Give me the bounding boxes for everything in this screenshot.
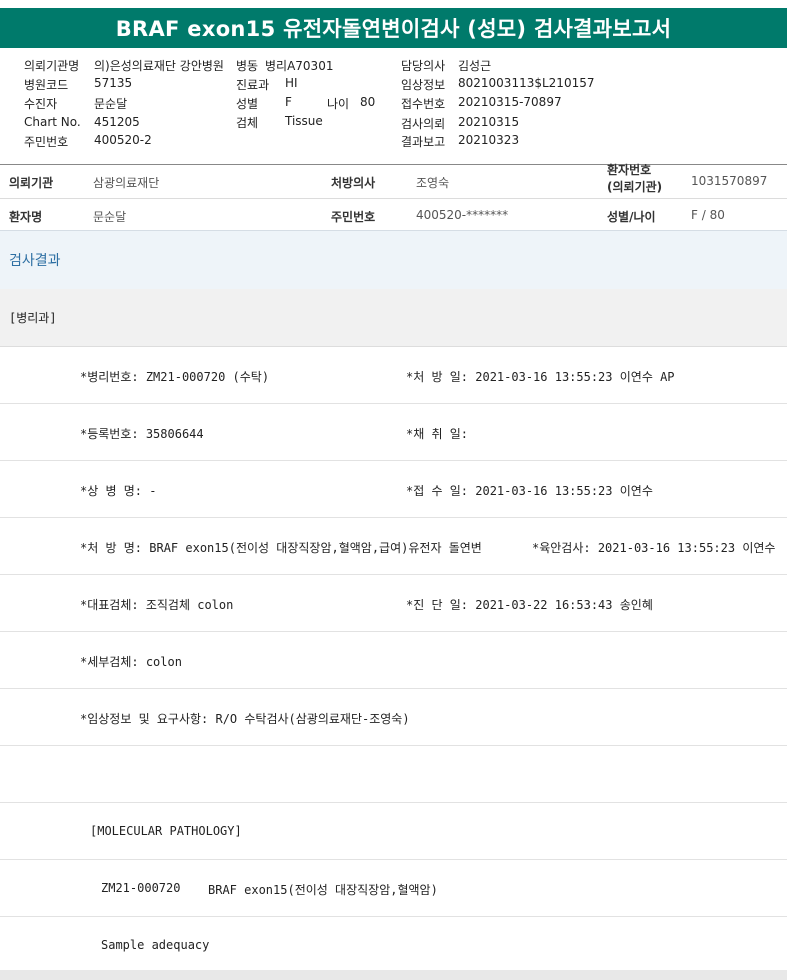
mol-test: BRAF exon15(전이성 대장직장암,혈액암)	[208, 883, 438, 897]
specimen-label: 검체	[236, 116, 259, 130]
sexage-label: 성별/나이	[607, 210, 656, 224]
rep-specimen: *대표검체: 조직검체 colon	[80, 598, 234, 612]
sub-specimen: *세부검체: colon	[80, 655, 182, 669]
info-row-org: 의뢰기관 삼광의료재단 처방의사 조영숙 환자번호 (의뢰기관) 1031570…	[0, 163, 787, 199]
chart-label: Chart No.	[24, 115, 81, 129]
receipt-label: 접수번호	[401, 97, 446, 111]
collect-date: *채 취 일:	[406, 427, 469, 441]
result-row-empty	[0, 746, 787, 803]
req-org-value: 의)은성의료재단 강안병원	[94, 59, 224, 73]
mol-code: ZM21-000720	[101, 881, 181, 895]
report-label: 결과보고	[401, 135, 446, 149]
result-row: *처 방 명: BRAF exon15(전이성 대장직장암,혈액암,급여)유전자…	[0, 518, 787, 575]
presc-label: 처방의사	[331, 176, 376, 190]
req-org-label: 의뢰기관명	[24, 59, 80, 73]
name-label: 환자명	[9, 210, 43, 224]
result-row: *상 병 명: - *접 수 일: 2021-03-16 13:55:23 이연…	[0, 461, 787, 518]
sample-adequacy: Sample adequacy	[101, 938, 210, 952]
result-row: ZM21-000720 BRAF exon15(전이성 대장직장암,혈액암)	[0, 860, 787, 917]
org-value: 삼광의료재단	[93, 176, 160, 190]
specimen-value: Tissue	[285, 114, 323, 128]
clinical-value: 8021003113$L210157	[458, 76, 595, 90]
report-value: 20210323	[458, 133, 520, 147]
department-label: [병리과]	[9, 311, 57, 325]
org-label: 의뢰기관	[9, 176, 54, 190]
presc-name: *처 방 명: BRAF exon15(전이성 대장직장암,혈액암,급여)유전자…	[80, 541, 482, 555]
info-id-label: 주민번호	[331, 210, 376, 224]
ward-label: 병동	[236, 59, 259, 73]
sex-label: 성별	[236, 97, 259, 111]
info-row-patient: 환자명 문순달 주민번호 400520-******* 성별/나이 F / 80	[0, 199, 787, 233]
name-value: 문순달	[93, 210, 127, 224]
clinical-request: *임상정보 및 요구사항: R/O 수탁검사(삼광의료재단-조영숙)	[80, 712, 410, 726]
department-row: [병리과]	[0, 289, 787, 347]
test-req-label: 검사의뢰	[401, 117, 446, 131]
age-value: 80	[360, 95, 376, 109]
presc-value: 조영숙	[416, 176, 450, 190]
result-row: [MOLECULAR PATHOLOGY]	[0, 803, 787, 860]
dept-value: HI	[285, 76, 298, 90]
patno-label: 환자번호	[607, 163, 652, 177]
diag-date: *진 단 일: 2021-03-22 16:53:43 송인혜	[406, 598, 653, 612]
receipt-date: *접 수 일: 2021-03-16 13:55:23 이연수	[406, 484, 653, 498]
info-id-value: 400520-*******	[416, 208, 509, 222]
hosp-code-value: 57135	[94, 76, 133, 90]
sexage-value: F / 80	[691, 208, 725, 222]
path-no: *병리번호: ZM21-000720 (수탁)	[80, 370, 270, 384]
ward-value: 병리A70301	[265, 59, 334, 73]
result-section-title: 검사결과	[9, 253, 61, 269]
gross-exam: *육안검사: 2021-03-16 13:55:23 이연수	[532, 541, 776, 555]
patno-value: 1031570897	[691, 174, 768, 188]
result-row: *등록번호: 35806644 *채 취 일:	[0, 404, 787, 461]
presc-date: *처 방 일: 2021-03-16 13:55:23 이연수 AP	[406, 370, 675, 384]
patient-value: 문순달	[94, 97, 128, 111]
patno-label-sub: (의뢰기관)	[607, 180, 663, 194]
result-section-header: 검사결과	[0, 230, 787, 290]
result-row: *대표검체: 조직검체 colon *진 단 일: 2021-03-22 16:…	[0, 575, 787, 632]
chart-value: 451205	[94, 115, 140, 129]
test-req-value: 20210315	[458, 115, 520, 129]
id-label: 주민번호	[24, 135, 69, 149]
reg-no: *등록번호: 35806644	[80, 427, 204, 441]
report-title: BRAF exon15 유전자돌연변이검사 (성모) 검사결과보고서	[0, 8, 787, 48]
patient-label: 수진자	[24, 97, 58, 111]
id-value: 400520-2	[94, 133, 152, 147]
result-row: *임상정보 및 요구사항: R/O 수탁검사(삼광의료재단-조영숙)	[0, 689, 787, 746]
dept-label: 진료과	[236, 78, 270, 92]
hosp-code-label: 병원코드	[24, 78, 69, 92]
doctor-label: 담당의사	[401, 59, 446, 73]
result-row: Sample adequacy	[0, 917, 787, 973]
doctor-value: 김성근	[458, 59, 492, 73]
result-row: *세부검체: colon	[0, 632, 787, 689]
disease-name: *상 병 명: -	[80, 484, 157, 498]
receipt-value: 20210315-70897	[458, 95, 562, 109]
result-row: *병리번호: ZM21-000720 (수탁) *처 방 일: 2021-03-…	[0, 347, 787, 404]
age-label: 나이	[327, 97, 350, 111]
footer-bar	[0, 970, 787, 980]
mol-path-heading: [MOLECULAR PATHOLOGY]	[90, 824, 242, 838]
sex-value: F	[285, 95, 292, 109]
clinical-label: 임상정보	[401, 78, 446, 92]
